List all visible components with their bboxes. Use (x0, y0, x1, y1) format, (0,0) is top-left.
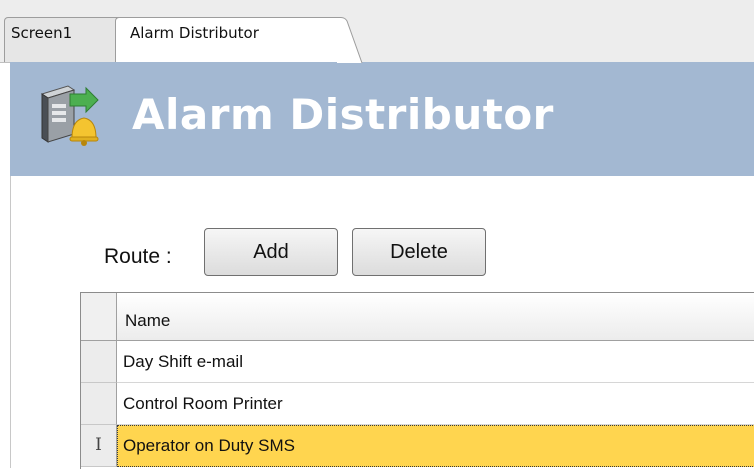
table-row-selected[interactable]: I Operator on Duty SMS (81, 425, 754, 467)
tab-alarm-distributor[interactable]: Alarm Distributor (115, 17, 363, 63)
route-label: Route : (104, 245, 172, 268)
row-header[interactable] (81, 383, 117, 425)
add-button[interactable]: Add (204, 228, 338, 276)
name-cell[interactable]: Day Shift e-mail (117, 341, 754, 383)
page-header: Alarm Distributor (10, 62, 754, 176)
divider (10, 176, 11, 468)
tab-screen1[interactable]: Screen1 (4, 17, 128, 62)
name-cell[interactable]: Control Room Printer (117, 383, 754, 425)
table-row[interactable]: Control Room Printer (81, 383, 754, 425)
delete-button[interactable]: Delete (352, 228, 486, 276)
table-row[interactable]: Day Shift e-mail (81, 341, 754, 383)
row-header[interactable] (81, 341, 117, 383)
name-cell[interactable]: Operator on Duty SMS (117, 425, 754, 467)
route-grid: Name Day Shift e-mail Control Room Print… (80, 292, 754, 469)
alarm-server-icon (40, 85, 99, 146)
page-title: Alarm Distributor (132, 90, 554, 139)
column-header-name[interactable]: Name (117, 293, 754, 341)
grid-corner (81, 293, 117, 341)
tab-label: Screen1 (11, 24, 73, 42)
tab-label: Alarm Distributor (130, 24, 259, 42)
tab-edge (337, 17, 363, 63)
row-header-edit-indicator[interactable]: I (81, 425, 117, 467)
tab-strip: Screen1 Alarm Distributor (0, 0, 754, 63)
